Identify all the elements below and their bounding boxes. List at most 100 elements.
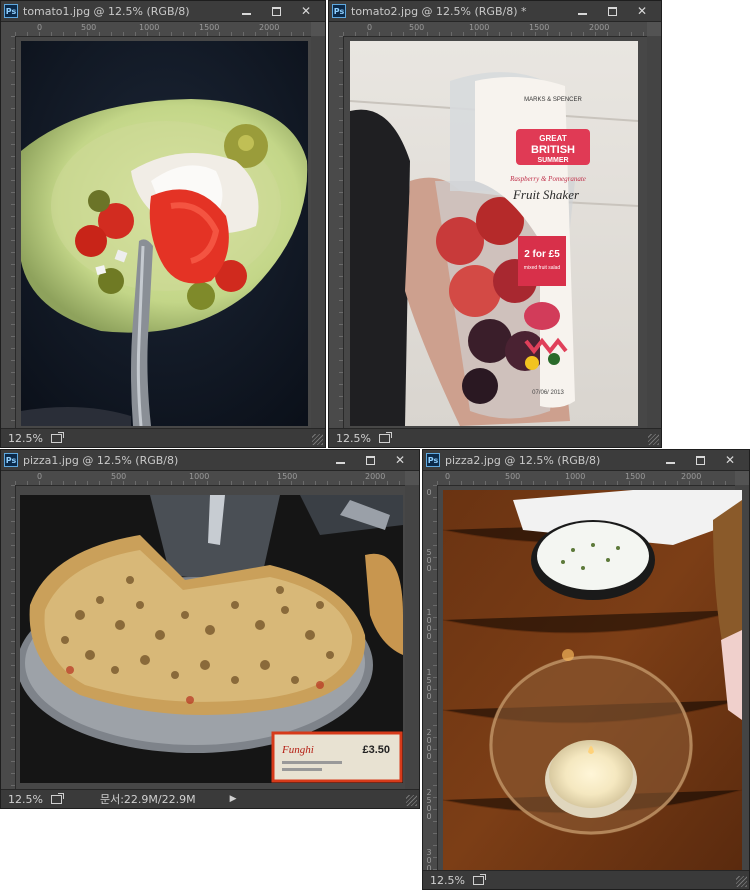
minimize-button[interactable] bbox=[567, 1, 597, 21]
maximize-button[interactable] bbox=[261, 1, 291, 21]
vertical-ruler[interactable] bbox=[1, 36, 16, 429]
resize-grip[interactable] bbox=[736, 876, 747, 887]
document-window-pizza2[interactable]: Ps pizza2.jpg @ 12.5% (RGB/8) ✕ 0 500 10… bbox=[422, 449, 750, 890]
minimize-icon bbox=[665, 462, 675, 464]
title-bar[interactable]: Ps pizza2.jpg @ 12.5% (RGB/8) ✕ bbox=[423, 450, 749, 471]
ruler-label: 0 bbox=[37, 472, 43, 481]
close-button[interactable]: ✕ bbox=[385, 450, 415, 470]
ruler-label: 0 bbox=[426, 488, 432, 497]
package-product: Fruit Shaker bbox=[512, 187, 580, 202]
photoshop-icon: Ps bbox=[4, 453, 18, 467]
close-button[interactable]: ✕ bbox=[627, 1, 657, 21]
maximize-icon bbox=[607, 6, 617, 16]
title-bar[interactable]: Ps tomato2.jpg @ 12.5% (RGB/8) * ✕ bbox=[329, 1, 661, 22]
document-window-tomato2[interactable]: Ps tomato2.jpg @ 12.5% (RGB/8) * ✕ 0 500… bbox=[328, 0, 662, 448]
ruler-label: 2000 bbox=[426, 728, 432, 761]
package-offer-sub: mixed fruit salad bbox=[524, 265, 561, 271]
package-offer: 2 for £5 bbox=[524, 249, 560, 260]
vertical-ruler[interactable] bbox=[329, 36, 344, 429]
vertical-scrollbar[interactable] bbox=[405, 485, 419, 790]
document-window-tomato1[interactable]: Ps tomato1.jpg @ 12.5% (RGB/8) ✕ 0 500 1… bbox=[0, 0, 326, 448]
ruler-label: 1500 bbox=[529, 23, 550, 32]
minimize-icon bbox=[577, 13, 587, 15]
ruler-label: 2000 bbox=[589, 23, 610, 32]
maximize-icon bbox=[271, 6, 281, 16]
maximize-button[interactable] bbox=[685, 450, 715, 470]
ruler-label: 500 bbox=[505, 472, 521, 481]
share-icon[interactable] bbox=[50, 431, 64, 443]
resize-grip[interactable] bbox=[312, 434, 323, 445]
share-icon[interactable] bbox=[472, 873, 486, 885]
photoshop-icon: Ps bbox=[4, 4, 18, 18]
ruler-label: 1000 bbox=[189, 472, 210, 481]
resize-grip[interactable] bbox=[648, 434, 659, 445]
document-window-pizza1[interactable]: Ps pizza1.jpg @ 12.5% (RGB/8) ✕ 0 500 10… bbox=[0, 449, 420, 809]
horizontal-ruler[interactable]: 0 500 1000 1500 2000 bbox=[15, 471, 405, 486]
ruler-label: 500 bbox=[409, 23, 425, 32]
ruler-origin[interactable] bbox=[423, 471, 437, 485]
canvas-area[interactable]: Funghi £3.50 bbox=[16, 486, 405, 790]
package-date: 07/06/ 2013 bbox=[532, 390, 564, 396]
horizontal-ruler[interactable]: 0 500 1000 1500 2000 bbox=[437, 471, 735, 486]
ruler-label: 2500 bbox=[426, 788, 432, 821]
close-button[interactable]: ✕ bbox=[291, 1, 321, 21]
vertical-ruler[interactable]: 0 500 1000 1500 2000 2500 3000 bbox=[423, 485, 438, 881]
canvas-area[interactable]: MARKS & SPENCER GREAT BRITISH SUMMER Ras… bbox=[344, 37, 647, 429]
zoom-level[interactable]: 12.5% bbox=[336, 432, 371, 445]
resize-grip[interactable] bbox=[406, 795, 417, 806]
zoom-level[interactable]: 12.5% bbox=[430, 874, 465, 887]
photoshop-icon: Ps bbox=[426, 453, 440, 467]
status-bar: 12.5% bbox=[1, 428, 325, 447]
canvas-area[interactable] bbox=[16, 37, 311, 429]
vertical-scrollbar[interactable] bbox=[311, 36, 325, 429]
status-bar: 12.5% bbox=[423, 870, 749, 889]
maximize-button[interactable] bbox=[597, 1, 627, 21]
arrow-right-icon[interactable]: ▶ bbox=[230, 794, 237, 804]
photo-pizza-funghi: Funghi £3.50 bbox=[20, 495, 403, 783]
zoom-level[interactable]: 12.5% bbox=[8, 793, 43, 806]
ruler-label: 500 bbox=[426, 548, 432, 573]
package-flavour: Raspberry & Pomegranate bbox=[509, 175, 586, 183]
share-icon[interactable] bbox=[378, 431, 392, 443]
status-bar: 12.5% bbox=[329, 428, 661, 447]
horizontal-ruler[interactable]: 0 500 1000 1500 2000 bbox=[15, 22, 311, 37]
photo-tomato-salad bbox=[21, 41, 308, 426]
price-tag-name: Funghi bbox=[281, 744, 314, 756]
ruler-label: 2000 bbox=[259, 23, 280, 32]
ruler-origin[interactable] bbox=[1, 22, 15, 36]
ruler-label: 1000 bbox=[139, 23, 160, 32]
document-size-info[interactable]: 문서:22.9M/22.9M bbox=[100, 791, 196, 807]
canvas-area[interactable] bbox=[438, 486, 742, 871]
ruler-label: 0 bbox=[37, 23, 43, 32]
maximize-button[interactable] bbox=[355, 450, 385, 470]
package-brand: MARKS & SPENCER bbox=[524, 97, 582, 103]
price-tag-price: £3.50 bbox=[362, 744, 390, 756]
package-summer: SUMMER bbox=[537, 157, 568, 164]
minimize-icon bbox=[241, 13, 251, 15]
document-title: tomato1.jpg @ 12.5% (RGB/8) bbox=[23, 4, 190, 18]
minimize-button[interactable] bbox=[325, 450, 355, 470]
title-bar[interactable]: Ps tomato1.jpg @ 12.5% (RGB/8) ✕ bbox=[1, 1, 325, 22]
close-icon: ✕ bbox=[394, 453, 406, 467]
vertical-ruler[interactable] bbox=[1, 485, 16, 790]
photo-fruit-shaker: MARKS & SPENCER GREAT BRITISH SUMMER Ras… bbox=[350, 41, 638, 426]
status-bar: 12.5% 문서:22.9M/22.9M ▶ bbox=[1, 789, 419, 808]
share-icon[interactable] bbox=[50, 792, 64, 804]
close-button[interactable]: ✕ bbox=[715, 450, 745, 470]
horizontal-ruler[interactable]: 0 500 1000 1500 2000 bbox=[343, 22, 647, 37]
ruler-origin[interactable] bbox=[1, 471, 15, 485]
ruler-label: 1500 bbox=[426, 668, 432, 701]
ruler-origin[interactable] bbox=[329, 22, 343, 36]
close-icon: ✕ bbox=[724, 453, 736, 467]
document-title: pizza2.jpg @ 12.5% (RGB/8) bbox=[445, 453, 601, 467]
title-bar[interactable]: Ps pizza1.jpg @ 12.5% (RGB/8) ✕ bbox=[1, 450, 419, 471]
minimize-button[interactable] bbox=[655, 450, 685, 470]
ruler-label: 1000 bbox=[469, 23, 490, 32]
ruler-label: 0 bbox=[367, 23, 373, 32]
ruler-label: 500 bbox=[81, 23, 97, 32]
zoom-level[interactable]: 12.5% bbox=[8, 432, 43, 445]
minimize-button[interactable] bbox=[231, 1, 261, 21]
vertical-scrollbar[interactable] bbox=[647, 36, 661, 429]
maximize-icon bbox=[365, 455, 375, 465]
ruler-label: 1500 bbox=[199, 23, 220, 32]
